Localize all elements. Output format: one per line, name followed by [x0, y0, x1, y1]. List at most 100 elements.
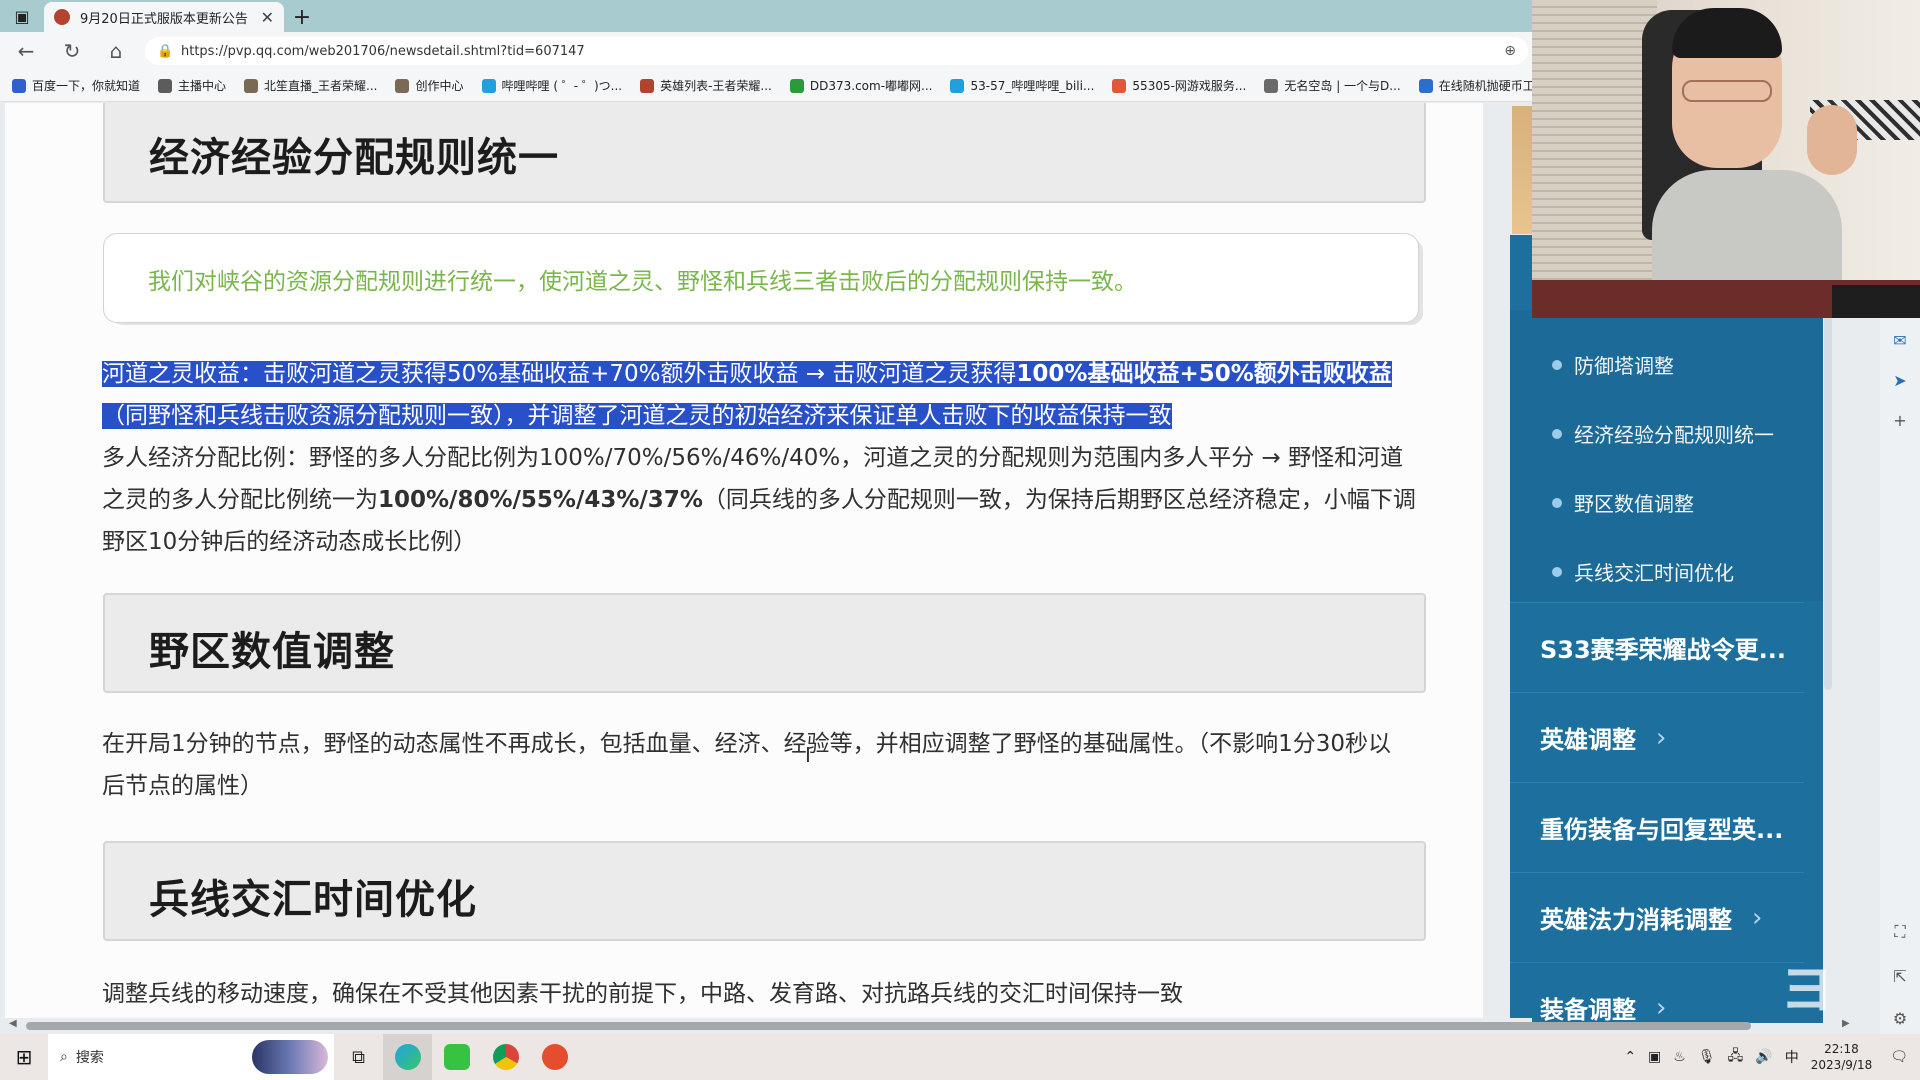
bookmark-item[interactable]: 在线随机抛硬币工...	[1418, 77, 1546, 94]
section-title: 野区数值调整	[149, 629, 395, 675]
streamer-hair	[1672, 8, 1782, 58]
page-viewport: 经济经验分配规则统一 我们对峡谷的资源分配规则进行统一，使河道之灵、野怪和兵线三…	[0, 103, 1532, 1023]
browser-sidebar: ✉ ➤ + ⛶ ⇱ ⚙	[1880, 318, 1920, 1034]
subnav-list: 防御塔调整 经济经验分配规则统一 野区数值调整 兵线交汇时间优化	[1510, 310, 1823, 601]
task-view-icon[interactable]: ⧉	[334, 1034, 383, 1080]
tray-chevron-icon[interactable]: ⌃	[1624, 1049, 1636, 1065]
subnav-item[interactable]: 野区数值调整	[1552, 488, 1694, 517]
paragraph-text: 在开局1分钟的节点，野怪的动态属性不再成长，包括血量、经济、经验等，并相应调整了…	[102, 731, 1392, 757]
bookmark-item[interactable]: 北笙直播_王者荣耀...	[244, 77, 377, 94]
home-icon[interactable]: ⌂	[94, 32, 138, 70]
address-bar[interactable]: 🔒 https://pvp.qq.com/web201706/newsdetai…	[145, 37, 1528, 65]
webcam-keyboard	[1832, 285, 1920, 318]
bookmark-item[interactable]: 创作中心	[395, 77, 464, 94]
paragraph-text: 野区10分钟后的经济动态成长比例）	[102, 529, 477, 555]
subnav-item[interactable]: 防御塔调整	[1552, 350, 1674, 379]
microphone-icon[interactable]: 🎙	[1698, 1049, 1716, 1065]
streamer-hand	[1807, 105, 1857, 175]
paragraph-line: （同野怪和兵线击败资源分配规则一致），并调整了河道之灵的初始经济来保证单人击败下…	[102, 395, 1416, 437]
bookmark-item[interactable]: 英雄列表-王者荣耀...	[640, 77, 772, 94]
external-link-icon[interactable]: ⇱	[1890, 966, 1910, 986]
nav-item[interactable]: 英雄法力消耗调整 ›	[1510, 872, 1804, 962]
tab-title: 9月20日正式服版本更新公告	[80, 11, 248, 27]
site-info-icon[interactable]: 🔒	[157, 44, 181, 59]
settings-icon[interactable]: ⚙	[1890, 1008, 1910, 1028]
bullet-icon	[1552, 566, 1562, 577]
bookmarks-bar: 百度一下，你就知道 主播中心 北笙直播_王者荣耀... 创作中心 哔哩哔哩 ( …	[0, 70, 1546, 102]
horizontal-scrollbar[interactable]: ◀ ▶	[0, 1018, 1850, 1033]
bookmark-favicon-icon	[12, 78, 26, 93]
section-header: 经济经验分配规则统一	[103, 103, 1426, 203]
ime-indicator[interactable]: 中	[1785, 1047, 1799, 1067]
site-favicon-icon	[54, 9, 70, 25]
decorative-banner	[1512, 106, 1532, 234]
search-placeholder: 搜索	[75, 1050, 104, 1066]
edge-browser-icon[interactable]	[383, 1034, 432, 1080]
outlook-icon[interactable]: ✉	[1890, 330, 1910, 350]
nav-item[interactable]: S33赛季荣耀战令更...	[1510, 602, 1804, 692]
bookmark-item[interactable]: DD373.com-嘟嘟网...	[789, 77, 932, 94]
webcam-blinds	[1532, 0, 1657, 318]
add-icon[interactable]: +	[1890, 410, 1910, 430]
bullet-icon	[1552, 428, 1562, 439]
text-cursor-icon: I	[805, 743, 811, 767]
send-icon[interactable]: ➤	[1890, 370, 1910, 390]
section-header: 兵线交汇时间优化	[103, 841, 1426, 941]
browser-tab-active[interactable]: 9月20日正式服版本更新公告 ✕	[44, 2, 284, 32]
tray-app-icon[interactable]: ♨	[1673, 1049, 1686, 1065]
section-header: 野区数值调整	[103, 593, 1426, 693]
app-icon[interactable]	[530, 1034, 579, 1080]
screenshot-icon[interactable]: ⛶	[1890, 922, 1910, 942]
volume-icon[interactable]: 🔊	[1755, 1049, 1772, 1065]
subnav-item[interactable]: 兵线交汇时间优化	[1552, 557, 1734, 586]
bookmark-item[interactable]: 53-57_哔哩哔哩_bili...	[950, 77, 1094, 94]
bookmark-favicon-icon	[1418, 78, 1433, 93]
bookmark-favicon-icon	[640, 78, 655, 93]
bookmark-item[interactable]: 哔哩哔哩 ( ゜- ゜)つ...	[481, 77, 622, 94]
nav-item[interactable]: 英雄调整 ›	[1510, 692, 1804, 782]
notifications-icon[interactable]: 🗨	[1890, 1049, 1908, 1065]
new-tab-button[interactable]: +	[284, 2, 320, 32]
close-tab-icon[interactable]: ✕	[261, 8, 274, 27]
tab-actions-icon[interactable]: ▣	[0, 0, 44, 32]
chrome-icon[interactable]	[481, 1034, 530, 1080]
bookmark-item[interactable]: 无名空岛 | 一个与D...	[1264, 77, 1401, 94]
nav-item[interactable]: 装备调整 ›	[1510, 962, 1804, 1023]
tray-app-icon[interactable]: ▣	[1648, 1049, 1661, 1065]
selected-text: 河道之灵收益：击败河道之灵获得50%基础收益+70%额外击败收益 → 击败河道之…	[102, 361, 1017, 387]
clock-date: 2023/9/18	[1810, 1058, 1873, 1072]
search-icon: ⌕	[60, 1049, 68, 1065]
scroll-left-icon[interactable]: ◀	[9, 1018, 17, 1029]
scrollbar-thumb[interactable]	[26, 1022, 1751, 1030]
sidenav-scrollbar[interactable]	[1824, 310, 1832, 690]
bookmark-item[interactable]: 主播中心	[158, 77, 226, 94]
windows-start-icon[interactable]: ⊞	[0, 1034, 48, 1080]
bookmark-item[interactable]: 百度一下，你就知道	[12, 77, 140, 94]
nav-item[interactable]: 重伤装备与回复型英...	[1510, 782, 1804, 872]
refresh-icon[interactable]: ↻	[50, 32, 94, 70]
summary-box: 我们对峡谷的资源分配规则进行统一，使河道之灵、野怪和兵线三者击败后的分配规则保持…	[103, 233, 1419, 323]
sidenav-edge	[1510, 235, 1532, 310]
paragraph-line: 之灵的多人分配比例统一为100%/80%/55%/43%/37%（同兵线的多人分…	[102, 479, 1416, 521]
zoom-icon[interactable]: ⊕	[1504, 43, 1516, 59]
clock-time: 22:18	[1824, 1042, 1859, 1056]
chevron-right-icon: ›	[1752, 902, 1763, 933]
bookmark-favicon-icon	[950, 78, 965, 93]
taskbar-search[interactable]: ⌕ 搜索	[48, 1034, 334, 1080]
back-icon[interactable]: ←	[4, 32, 48, 70]
network-icon[interactable]: 🖧	[1728, 1045, 1744, 1069]
subnav-item[interactable]: 经济经验分配规则统一	[1552, 419, 1774, 448]
bookmark-favicon-icon	[395, 78, 410, 93]
taskbar-clock[interactable]: 22:18 2023/9/18	[1811, 1041, 1873, 1073]
wechat-icon[interactable]	[432, 1034, 481, 1080]
chevron-right-icon: ›	[1656, 722, 1667, 753]
paragraph-line: 在开局1分钟的节点，野怪的动态属性不再成长，包括血量、经济、经验等，并相应调整了…	[102, 723, 1391, 765]
bookmark-favicon-icon	[1264, 78, 1279, 93]
scroll-right-icon[interactable]: ▶	[1842, 1018, 1850, 1029]
bookmark-item[interactable]: 55305-网游戏服务...	[1112, 77, 1246, 94]
selected-text: （同野怪和兵线击败资源分配规则一致），并调整了河道之灵的初始经济来保证单人击败下…	[102, 403, 1172, 429]
bullet-icon	[1552, 497, 1562, 508]
article-side-nav: 防御塔调整 经济经验分配规则统一 野区数值调整 兵线交汇时间优化 S33赛季荣耀…	[1510, 310, 1823, 1023]
bookmark-favicon-icon	[1112, 78, 1127, 93]
watermark-logo: ヨ	[1780, 958, 1834, 1021]
